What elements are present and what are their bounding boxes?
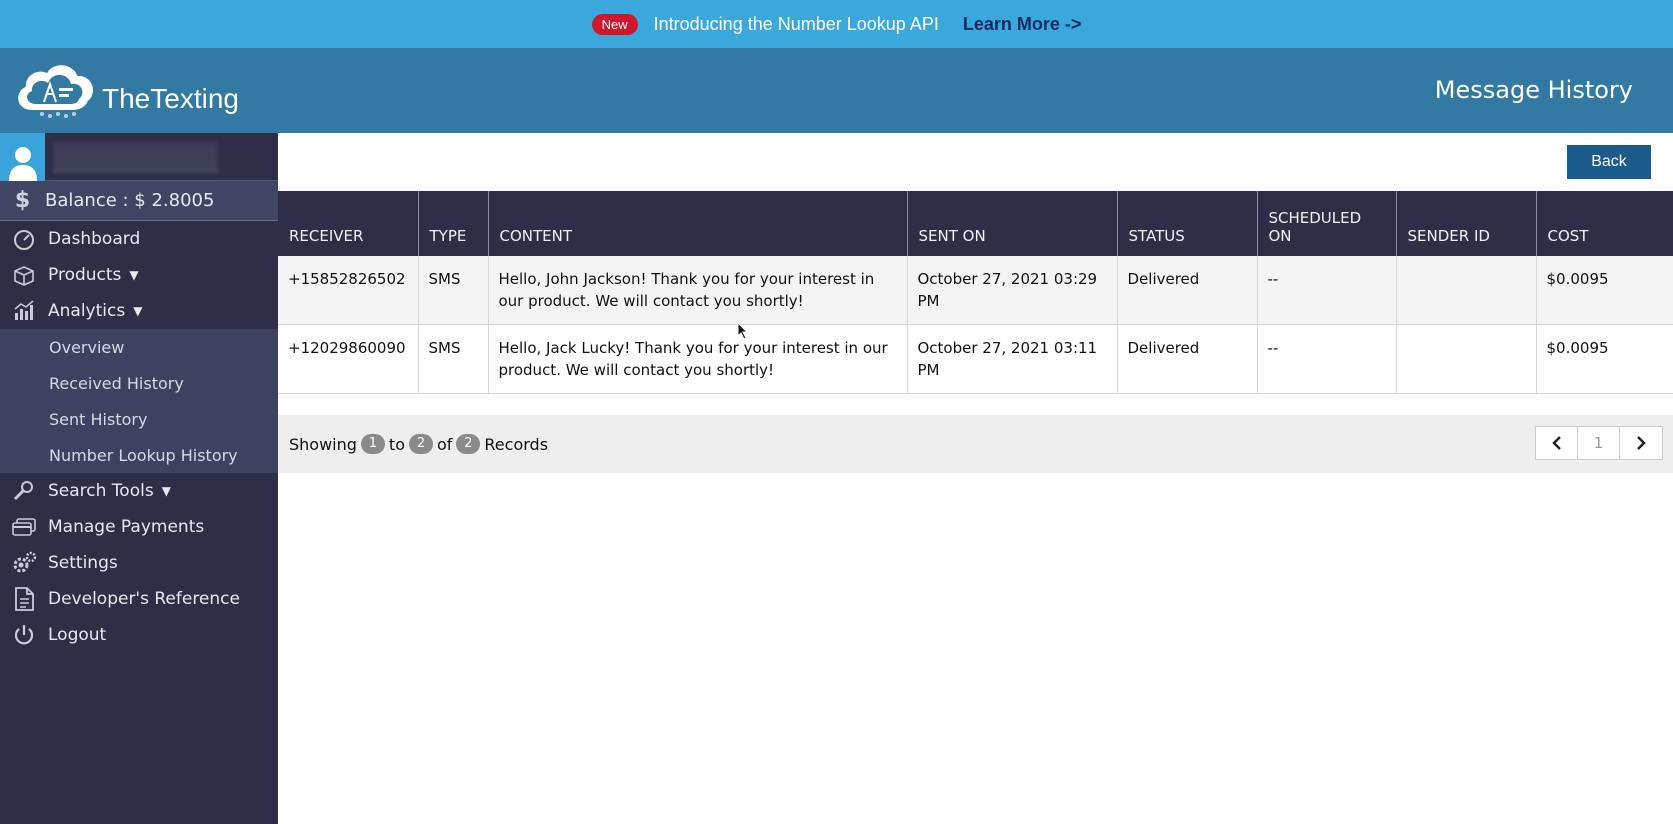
cell-content: Hello, Jack Lucky! Thank you for your in… — [488, 324, 908, 394]
next-page-button[interactable] — [1620, 427, 1662, 459]
cell-status: Delivered — [1117, 324, 1258, 394]
user-icon — [8, 146, 37, 181]
column-header-content[interactable]: CONTENT — [488, 191, 908, 256]
cell-scheduled-on: -- — [1257, 256, 1397, 325]
caret-down-icon: ▼ — [133, 304, 143, 318]
cell-type: SMS — [418, 324, 489, 394]
column-header-status[interactable]: STATUS — [1117, 191, 1258, 256]
cell-sender-id — [1396, 324, 1537, 394]
sidebar-item-label: Search Tools — [48, 481, 154, 501]
records-to-badge: 2 — [408, 434, 433, 454]
analytics-icon — [0, 299, 48, 323]
learn-more-link[interactable]: Learn More -> — [963, 14, 1082, 35]
cell-status: Delivered — [1117, 256, 1258, 325]
sidebar-item-label: Analytics — [48, 301, 126, 321]
cell-scheduled-on: -- — [1257, 324, 1397, 394]
announcement-banner: New Introducing the Number Lookup API Le… — [0, 0, 1673, 48]
back-button[interactable]: Back — [1567, 145, 1651, 179]
sidebar-item-analytics[interactable]: Analytics ▼ — [0, 293, 278, 329]
message-history-table: RECEIVER TYPE CONTENT SENT ON STATUS SCH… — [278, 191, 1673, 394]
cell-type: SMS — [418, 256, 489, 325]
caret-down-icon: ▼ — [161, 484, 171, 498]
chevron-left-icon — [1551, 436, 1561, 450]
page-title: Message History — [1434, 76, 1633, 104]
dashboard-icon — [0, 227, 48, 251]
search-tools-icon — [0, 479, 48, 503]
cell-receiver: +12029860090 — [278, 324, 419, 394]
new-badge: New — [591, 13, 638, 35]
table-row: +12029860090 SMS Hello, Jack Lucky! Than… — [278, 324, 1673, 394]
sidebar-item-settings[interactable]: Settings — [0, 545, 278, 581]
user-name-blurred — [53, 141, 218, 172]
cell-sender-id — [1396, 256, 1537, 325]
submenu-item-sent-history[interactable]: Sent History — [0, 401, 278, 437]
main-content: Back RECEIVER TYPE CONTENT SENT ON STATU… — [278, 133, 1673, 824]
brand-name: TheTexting — [102, 83, 239, 114]
column-header-scheduled-on[interactable]: SCHEDULED ON — [1257, 191, 1397, 256]
column-header-type[interactable]: TYPE — [418, 191, 489, 256]
power-icon — [0, 623, 48, 647]
column-header-cost[interactable]: COST — [1536, 191, 1673, 256]
column-header-receiver[interactable]: RECEIVER — [278, 191, 419, 256]
sidebar-item-label: Products — [48, 265, 122, 285]
submenu-item-number-lookup-history[interactable]: Number Lookup History — [0, 437, 278, 473]
cloud-logo-icon — [18, 65, 93, 118]
column-header-sender-id[interactable]: SENDER ID — [1396, 191, 1537, 256]
submenu-item-received-history[interactable]: Received History — [0, 365, 278, 401]
user-profile[interactable] — [0, 132, 278, 181]
sidebar: $ Balance : $ 2.8005 Dashboard Products … — [0, 132, 278, 824]
sidebar-item-dashboard[interactable]: Dashboard — [0, 221, 278, 257]
dollar-icon: $ — [14, 188, 31, 213]
pagination-bar: Showing 1 to 2 of 2 Records 1 — [278, 415, 1673, 473]
table-row: +15852826502 SMS Hello, John Jackson! Th… — [278, 256, 1673, 325]
chevron-right-icon — [1637, 436, 1646, 450]
payment-card-icon — [0, 516, 48, 538]
brand-logo[interactable]: TheTexting — [14, 58, 239, 122]
avatar — [0, 132, 45, 181]
showing-label: Showing — [289, 434, 357, 454]
records-label: Records — [484, 434, 549, 454]
cell-cost: $0.0095 — [1536, 256, 1673, 325]
to-label: to — [388, 434, 405, 454]
sidebar-item-search-tools[interactable]: Search Tools ▼ — [0, 473, 278, 509]
gear-icon — [0, 551, 48, 575]
balance-row: $ Balance : $ 2.8005 — [0, 181, 278, 221]
sidebar-item-developers-reference[interactable]: Developer's Reference — [0, 581, 278, 617]
analytics-submenu: Overview Received History Sent History N… — [0, 329, 278, 473]
sidebar-item-label: Developer's Reference — [48, 589, 240, 609]
cell-sent-on: October 27, 2021 03:29 PM — [907, 256, 1118, 325]
sidebar-item-label: Logout — [48, 625, 107, 645]
mouse-cursor-icon — [737, 322, 749, 340]
column-header-sent-on[interactable]: SENT ON — [907, 191, 1118, 256]
submenu-item-overview[interactable]: Overview — [0, 329, 278, 365]
sidebar-item-label: Dashboard — [48, 229, 141, 249]
of-label: of — [436, 434, 453, 454]
sidebar-item-label: Settings — [48, 553, 118, 573]
cell-receiver: +15852826502 — [278, 256, 419, 325]
page-number[interactable]: 1 — [1578, 427, 1620, 459]
cell-sent-on: October 27, 2021 03:11 PM — [907, 324, 1118, 394]
banner-text: Introducing the Number Lookup API — [653, 13, 939, 34]
records-total-badge: 2 — [456, 434, 481, 454]
records-from-badge: 1 — [360, 434, 385, 454]
app-header: TheTexting Message History — [0, 48, 1673, 133]
cell-content: Hello, John Jackson! Thank you for your … — [488, 256, 908, 325]
cell-cost: $0.0095 — [1536, 324, 1673, 394]
caret-down-icon: ▼ — [129, 268, 139, 282]
balance-text: Balance : $ 2.8005 — [45, 190, 215, 211]
sidebar-item-logout[interactable]: Logout — [0, 617, 278, 653]
sidebar-item-manage-payments[interactable]: Manage Payments — [0, 509, 278, 545]
box-icon — [0, 263, 48, 287]
table-header-row: RECEIVER TYPE CONTENT SENT ON STATUS SCH… — [278, 191, 1673, 256]
sidebar-item-label: Manage Payments — [48, 517, 205, 537]
sidebar-item-products[interactable]: Products ▼ — [0, 257, 278, 293]
document-icon — [0, 586, 48, 612]
pager-controls: 1 — [1535, 426, 1663, 460]
prev-page-button[interactable] — [1536, 427, 1578, 459]
